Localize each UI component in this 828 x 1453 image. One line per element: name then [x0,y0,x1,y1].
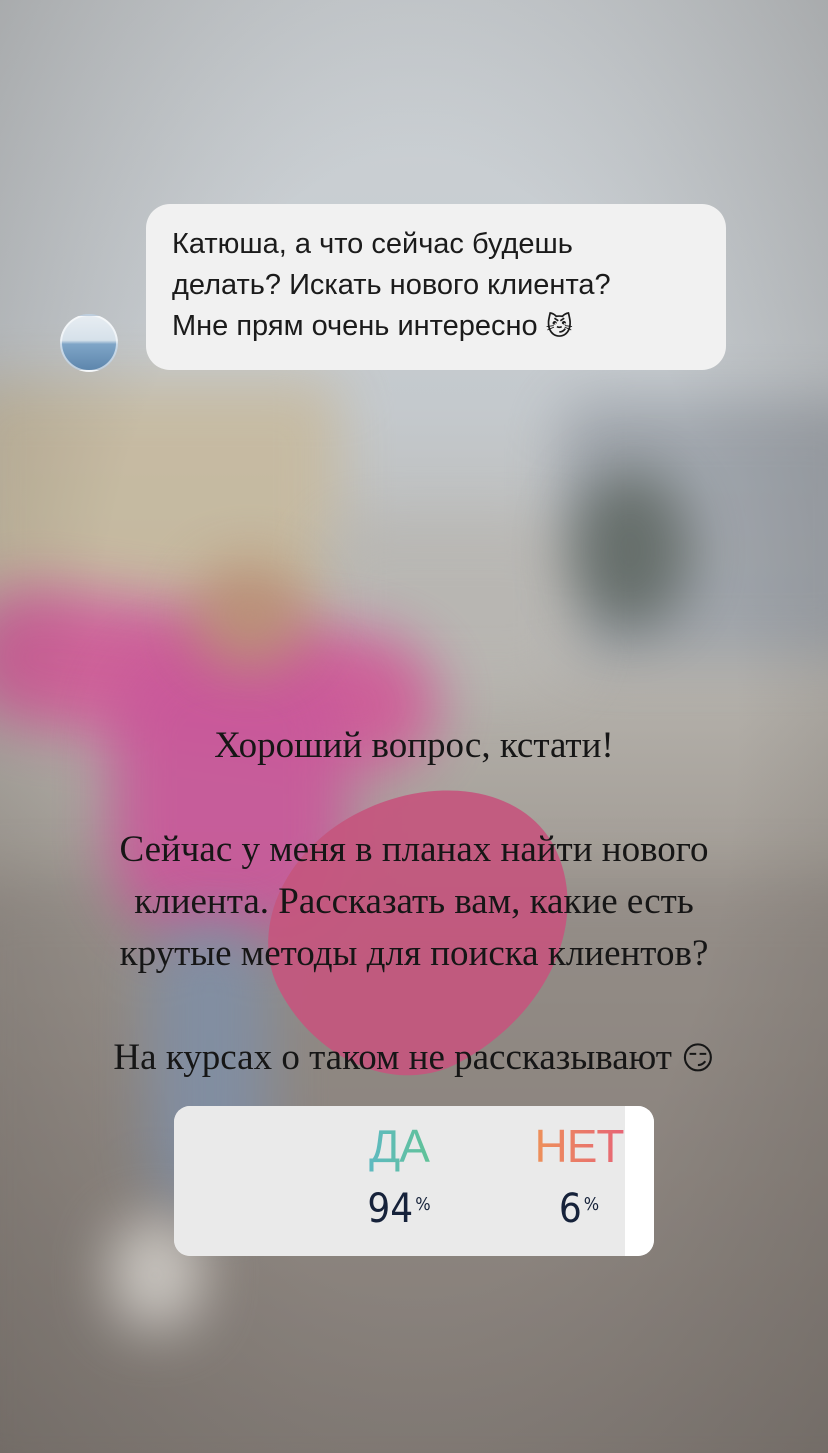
percent-symbol: % [415,1194,431,1215]
answer-text-block: Хороший вопрос, кстати! Сейчас у меня в … [0,720,828,1084]
poll-option-yes[interactable]: ДА 94% [324,1120,474,1232]
poll-sticker: ДА 94% НЕТ 6% [174,1106,654,1256]
percent-symbol: % [583,1194,600,1215]
answer-line: Хороший вопрос, кстати! [214,725,614,766]
poll-option-no[interactable]: НЕТ 6% [504,1120,654,1232]
poll-option-no-percent: 6 [558,1186,582,1232]
avatar[interactable] [60,314,118,372]
answer-line: крутые методы для поиска клиентов? [119,933,709,974]
poll-option-yes-label: ДА [324,1120,474,1172]
answer-line: клиента. Рассказать вам, какие есть [134,881,694,922]
answer-line: Сейчас у меня в планах найти нового [119,829,709,870]
question-bubble: Катюша, а что сейчас будешь делать? Иска… [146,204,726,370]
cat-emoji-icon: 😼 [545,312,573,342]
poll-option-no-label: НЕТ [504,1120,654,1172]
answer-spacer [0,980,828,1032]
answer-spacer [0,772,828,824]
smirk-emoji-icon: 😏 [681,1039,715,1077]
answer-line: На курсах о таком не рассказывают [113,1037,672,1078]
poll-option-yes-percent: 94 [367,1186,414,1232]
